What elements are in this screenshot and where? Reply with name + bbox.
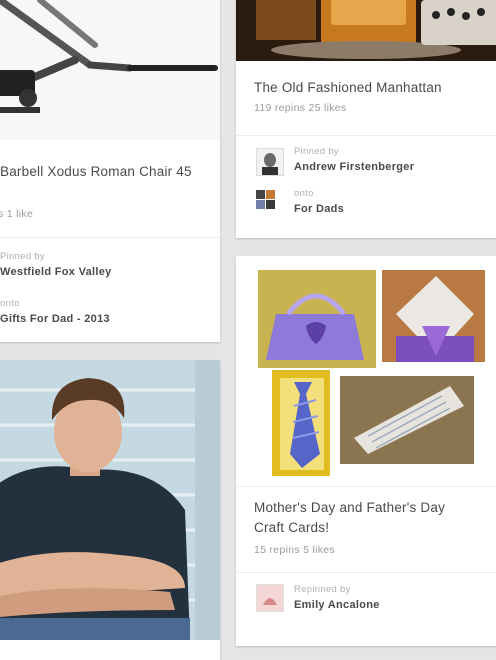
repinner-avatar-image (257, 585, 283, 611)
pin-card-man-photo[interactable] (0, 360, 220, 660)
pin-image-man[interactable] (0, 360, 220, 640)
onto-label: onto (294, 188, 314, 199)
pin-card-roman-chair[interactable]: Barbell Xodus Roman Chair 45 s 1 like Pi… (0, 0, 220, 342)
cocktail-illustration (236, 0, 496, 61)
roman-chair-illustration (0, 0, 218, 113)
pin-image-manhattan[interactable] (236, 0, 496, 61)
pin-image-roman-chair[interactable] (0, 0, 220, 140)
card-divider (236, 486, 496, 487)
card-divider (236, 135, 496, 136)
pin-stats: s 1 like (0, 208, 34, 220)
pin-title-line2[interactable]: Craft Cards! (254, 518, 329, 537)
repinner-avatar[interactable] (256, 584, 284, 612)
man-photo-illustration (0, 360, 220, 640)
pin-stats: 15 repins 5 likes (254, 544, 335, 556)
pinner-name[interactable]: Andrew Firstenberger (294, 161, 414, 173)
pinner-name[interactable]: Westfield Fox Valley (0, 266, 112, 278)
pinned-by-label: Pinned by (294, 146, 339, 157)
pin-card-manhattan[interactable]: The Old Fashioned Manhattan 119 repins 2… (236, 0, 496, 238)
pin-card-craft-cards[interactable]: Mother's Day and Father's Day Craft Card… (236, 256, 496, 646)
repinner-name[interactable]: Emily Ancalone (294, 599, 380, 611)
pin-title[interactable]: Barbell Xodus Roman Chair 45 (0, 162, 215, 181)
board-name[interactable]: For Dads (294, 203, 344, 215)
pinned-by-label: Pinned by (0, 251, 45, 262)
pin-title[interactable]: The Old Fashioned Manhattan (254, 78, 442, 97)
craft-cards-collage (258, 270, 485, 476)
onto-label: onto (0, 298, 20, 309)
pin-stats: 119 repins 25 likes (254, 102, 347, 114)
board-name[interactable]: Gifts For Dad - 2013 (0, 313, 110, 325)
board-thumbnail[interactable] (256, 190, 276, 210)
pinner-avatar[interactable] (256, 148, 284, 176)
pin-image-craft-cards[interactable] (236, 256, 496, 486)
card-divider (0, 237, 220, 238)
card-divider (236, 572, 496, 573)
pinner-avatar-image (257, 149, 283, 175)
pin-title-line1[interactable]: Mother's Day and Father's Day (254, 498, 445, 517)
repinned-by-label: Repinned by (294, 584, 351, 595)
